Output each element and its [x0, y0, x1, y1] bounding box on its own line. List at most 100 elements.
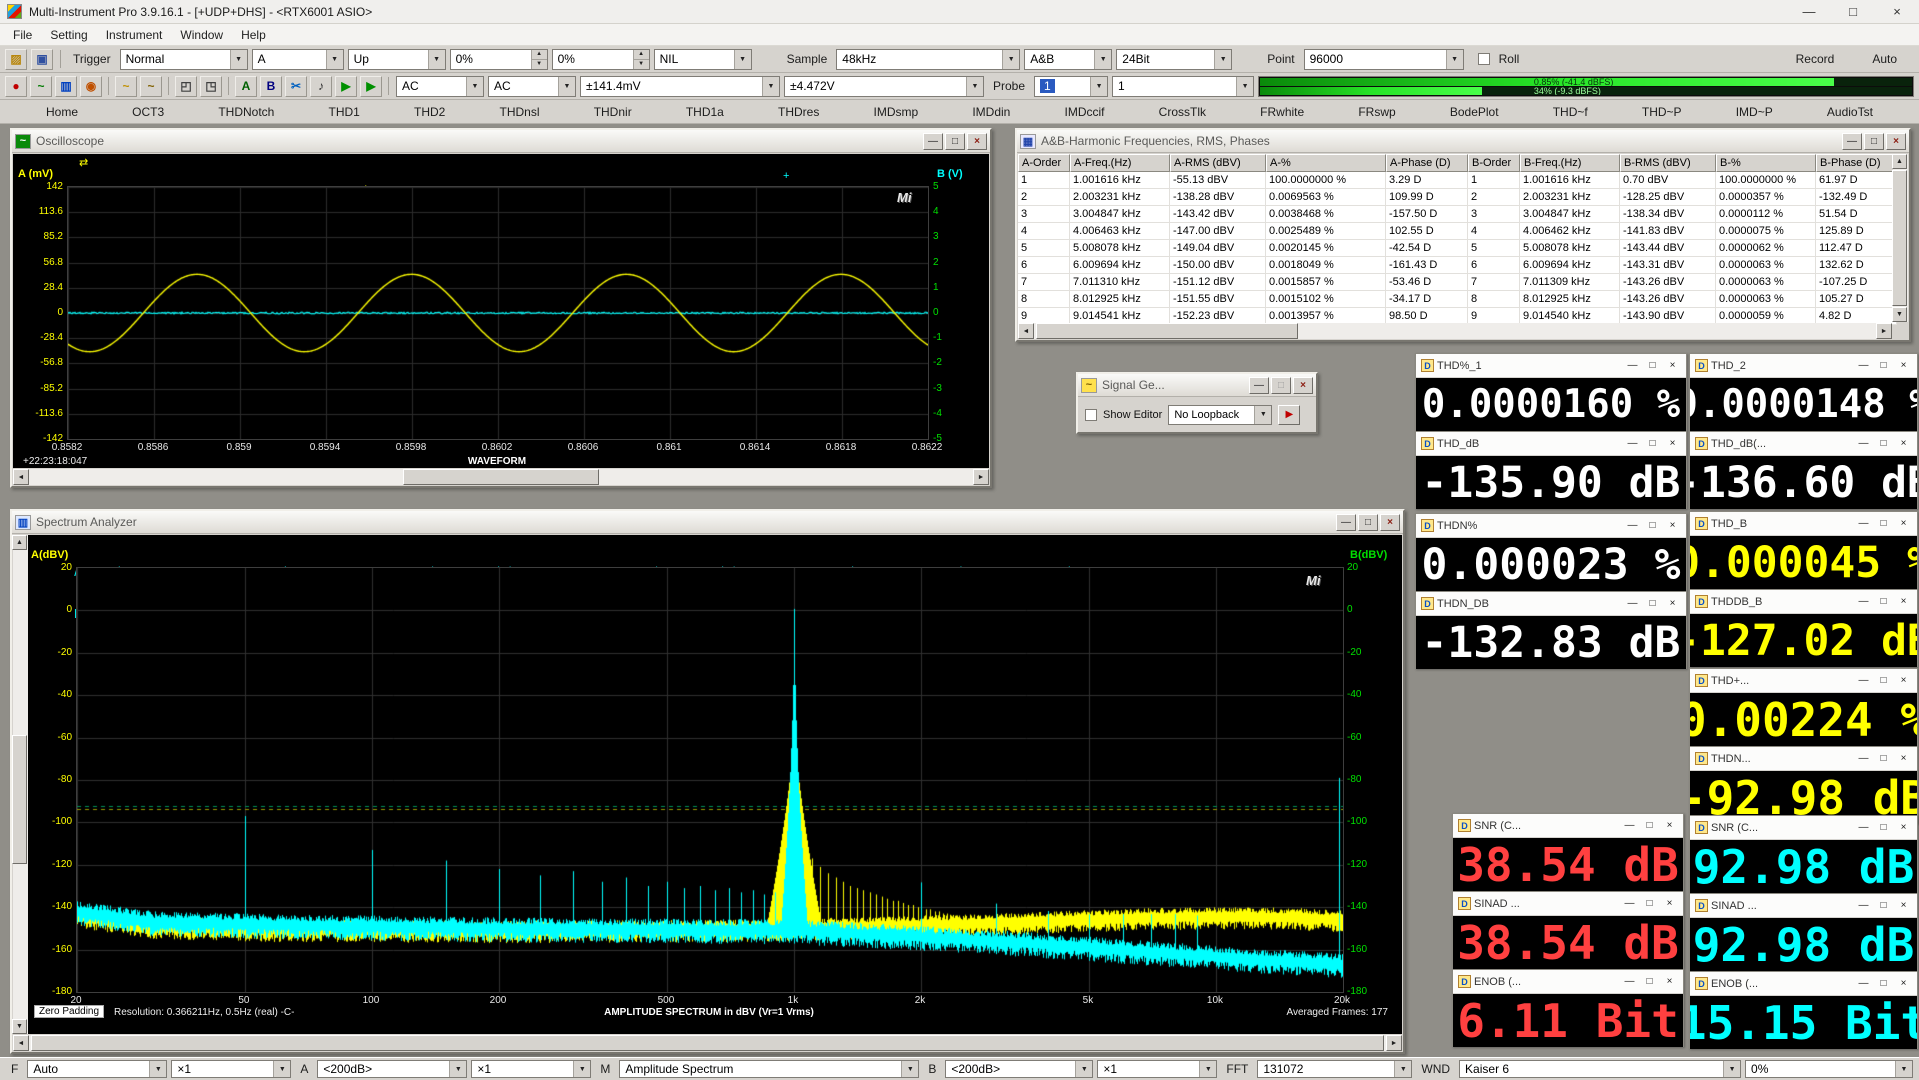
close-icon[interactable]: × — [1895, 596, 1912, 607]
dropdown-arrow-icon[interactable]: ▼ — [558, 77, 575, 96]
maximize-icon[interactable]: □ — [1644, 438, 1661, 449]
play-a-icon[interactable]: ▶ — [335, 76, 357, 97]
maximize-icon[interactable]: □ — [1831, 0, 1875, 23]
signal-generator-b-icon[interactable]: ~ — [140, 76, 162, 97]
dropdown-arrow-icon[interactable]: ▼ — [901, 1061, 918, 1077]
dropdown-arrow-icon[interactable]: ▼ — [1075, 1061, 1092, 1077]
scroll-right-icon[interactable]: ► — [1386, 1035, 1402, 1051]
column-header[interactable]: A-Freq.(Hz) — [1070, 154, 1170, 172]
scope-hscrollbar[interactable]: ◄ ► — [13, 469, 989, 485]
window-function-select[interactable]: Kaiser 6▼ — [1459, 1060, 1741, 1078]
minimize-icon[interactable]: — — [1855, 518, 1872, 529]
dropdown-arrow-icon[interactable]: ▼ — [762, 77, 779, 96]
ddp-titlebar[interactable]: DTHD_dB—□× — [1416, 432, 1686, 456]
spectrum-vscrollbar[interactable]: ▲ ▼ — [13, 535, 28, 1034]
scroll-down-icon[interactable]: ▼ — [12, 1019, 27, 1034]
range-b-select[interactable]: ±4.472V▼ — [784, 76, 984, 97]
spectrum-analyzer-icon[interactable]: ▥ — [55, 76, 77, 97]
close-icon[interactable]: × — [1895, 900, 1912, 911]
range-a-select[interactable]: ±141.4mV▼ — [580, 76, 780, 97]
hpf-select[interactable]: NIL▼ — [654, 49, 752, 70]
column-header[interactable]: A-Phase (D) — [1386, 154, 1468, 172]
close-icon[interactable]: × — [1664, 598, 1681, 609]
dropdown-arrow-icon[interactable]: ▼ — [1895, 1061, 1912, 1077]
menu-file[interactable]: File — [4, 26, 41, 44]
tab-thdnsl[interactable]: THDnsl — [496, 103, 544, 121]
ddp-titlebar[interactable]: DTHDN%—□× — [1416, 514, 1686, 538]
dropdown-arrow-icon[interactable]: ▼ — [1199, 1061, 1216, 1077]
column-header[interactable]: B-Order — [1468, 154, 1520, 172]
ddp-titlebar[interactable]: DTHD+...—□× — [1690, 669, 1917, 693]
spectrum-hscrollbar[interactable]: ◄ ► — [13, 1035, 1402, 1051]
close-icon[interactable]: × — [1664, 520, 1681, 531]
probe-b-select[interactable]: 1▼ — [1112, 76, 1254, 97]
trigger-mode-select[interactable]: Normal▼ — [120, 49, 248, 70]
dropdown-arrow-icon[interactable]: ▼ — [1094, 50, 1111, 69]
freq-mult-select[interactable]: ×1▼ — [171, 1060, 291, 1078]
signal-generator-play-button[interactable]: ▶ — [1278, 405, 1300, 425]
maximize-icon[interactable]: □ — [1875, 438, 1892, 449]
close-icon[interactable]: × — [1895, 753, 1912, 764]
maximize-icon[interactable]: □ — [1875, 675, 1892, 686]
b-mult-select[interactable]: ×1▼ — [1097, 1060, 1217, 1078]
scroll-thumb[interactable] — [31, 1035, 1384, 1051]
minimize-icon[interactable]: — — [1624, 360, 1641, 371]
close-icon[interactable]: × — [1895, 822, 1912, 833]
sample-rate-select[interactable]: 48kHz▼ — [836, 49, 1020, 70]
table-hscrollbar[interactable]: ◄ ► — [1018, 323, 1892, 339]
maximize-icon[interactable]: □ — [1358, 514, 1378, 531]
ddp-viewer-icon[interactable]: ◰ — [175, 76, 197, 97]
dropdown-arrow-icon[interactable]: ▼ — [149, 1061, 166, 1077]
scroll-left-icon[interactable]: ◄ — [1018, 323, 1034, 339]
maximize-icon[interactable]: □ — [1641, 976, 1658, 987]
scroll-right-icon[interactable]: ► — [1876, 323, 1892, 339]
maximize-icon[interactable]: □ — [1875, 978, 1892, 989]
tab-crosstlk[interactable]: CrossTlk — [1155, 103, 1210, 121]
minimize-icon[interactable]: — — [1621, 898, 1638, 909]
close-icon[interactable]: × — [1293, 377, 1313, 394]
probe-calibration-icon[interactable]: ✂ — [285, 76, 307, 97]
probe-a-select[interactable]: 1▼ — [1034, 76, 1108, 97]
ddp-titlebar[interactable]: DTHD_B—□× — [1690, 512, 1917, 536]
close-icon[interactable]: × — [1895, 675, 1912, 686]
a-mult-select[interactable]: ×1▼ — [471, 1060, 591, 1078]
close-icon[interactable]: × — [1380, 514, 1400, 531]
oscilloscope-plot[interactable] — [67, 186, 929, 440]
spectrum-plot[interactable] — [76, 567, 1344, 993]
minimize-icon[interactable]: — — [1621, 820, 1638, 831]
tab-thd2[interactable]: THD2 — [410, 103, 449, 121]
ddp-titlebar[interactable]: DTHDN_DB—□× — [1416, 592, 1686, 616]
maximize-icon[interactable]: □ — [1875, 596, 1892, 607]
scroll-down-icon[interactable]: ▼ — [1892, 307, 1907, 322]
scroll-thumb[interactable] — [1036, 323, 1298, 339]
auto-button[interactable]: Auto — [1867, 52, 1902, 66]
close-icon[interactable]: × — [967, 133, 987, 150]
tab-imdccif[interactable]: IMDccif — [1061, 103, 1109, 121]
tab-thd1a[interactable]: THD1a — [682, 103, 728, 121]
tab-thd1[interactable]: THD1 — [325, 103, 364, 121]
fft-size-select[interactable]: 131072▼ — [1257, 1060, 1412, 1078]
tab-audiotst[interactable]: AudioTst — [1823, 103, 1877, 121]
trigger-marker-a-icon[interactable]: ⇄ — [79, 156, 88, 169]
oscilloscope-titlebar[interactable]: ~ Oscilloscope — □ × — [12, 130, 990, 153]
axis-b-icon[interactable]: B — [260, 76, 282, 97]
close-icon[interactable]: × — [1664, 360, 1681, 371]
roll-checkbox[interactable] — [1478, 53, 1490, 65]
tab-oct3[interactable]: OCT3 — [128, 103, 168, 121]
ddp-titlebar[interactable]: DSNR (C...—□× — [1453, 814, 1683, 838]
maximize-icon[interactable]: □ — [1644, 360, 1661, 371]
minimize-icon[interactable]: — — [1249, 377, 1269, 394]
minimize-icon[interactable]: — — [1855, 438, 1872, 449]
signal-generator-titlebar[interactable]: ~ Signal Ge... — □ × — [1078, 374, 1316, 397]
tab-thdres[interactable]: THDres — [774, 103, 823, 121]
trigger-level-stepper[interactable]: 0%▲▼ — [450, 49, 548, 70]
oscilloscope-icon[interactable]: ~ — [30, 76, 52, 97]
minimize-icon[interactable]: — — [1855, 978, 1872, 989]
column-header[interactable]: A-RMS (dBV) — [1170, 154, 1266, 172]
dropdown-arrow-icon[interactable]: ▼ — [449, 1061, 466, 1077]
play-b-icon[interactable]: ▶ — [360, 76, 382, 97]
column-header[interactable]: B-% — [1716, 154, 1816, 172]
ddp-titlebar[interactable]: DENOB (...—□× — [1453, 970, 1683, 994]
scroll-up-icon[interactable]: ▲ — [1892, 154, 1907, 169]
dropdown-arrow-icon[interactable]: ▼ — [734, 50, 751, 69]
